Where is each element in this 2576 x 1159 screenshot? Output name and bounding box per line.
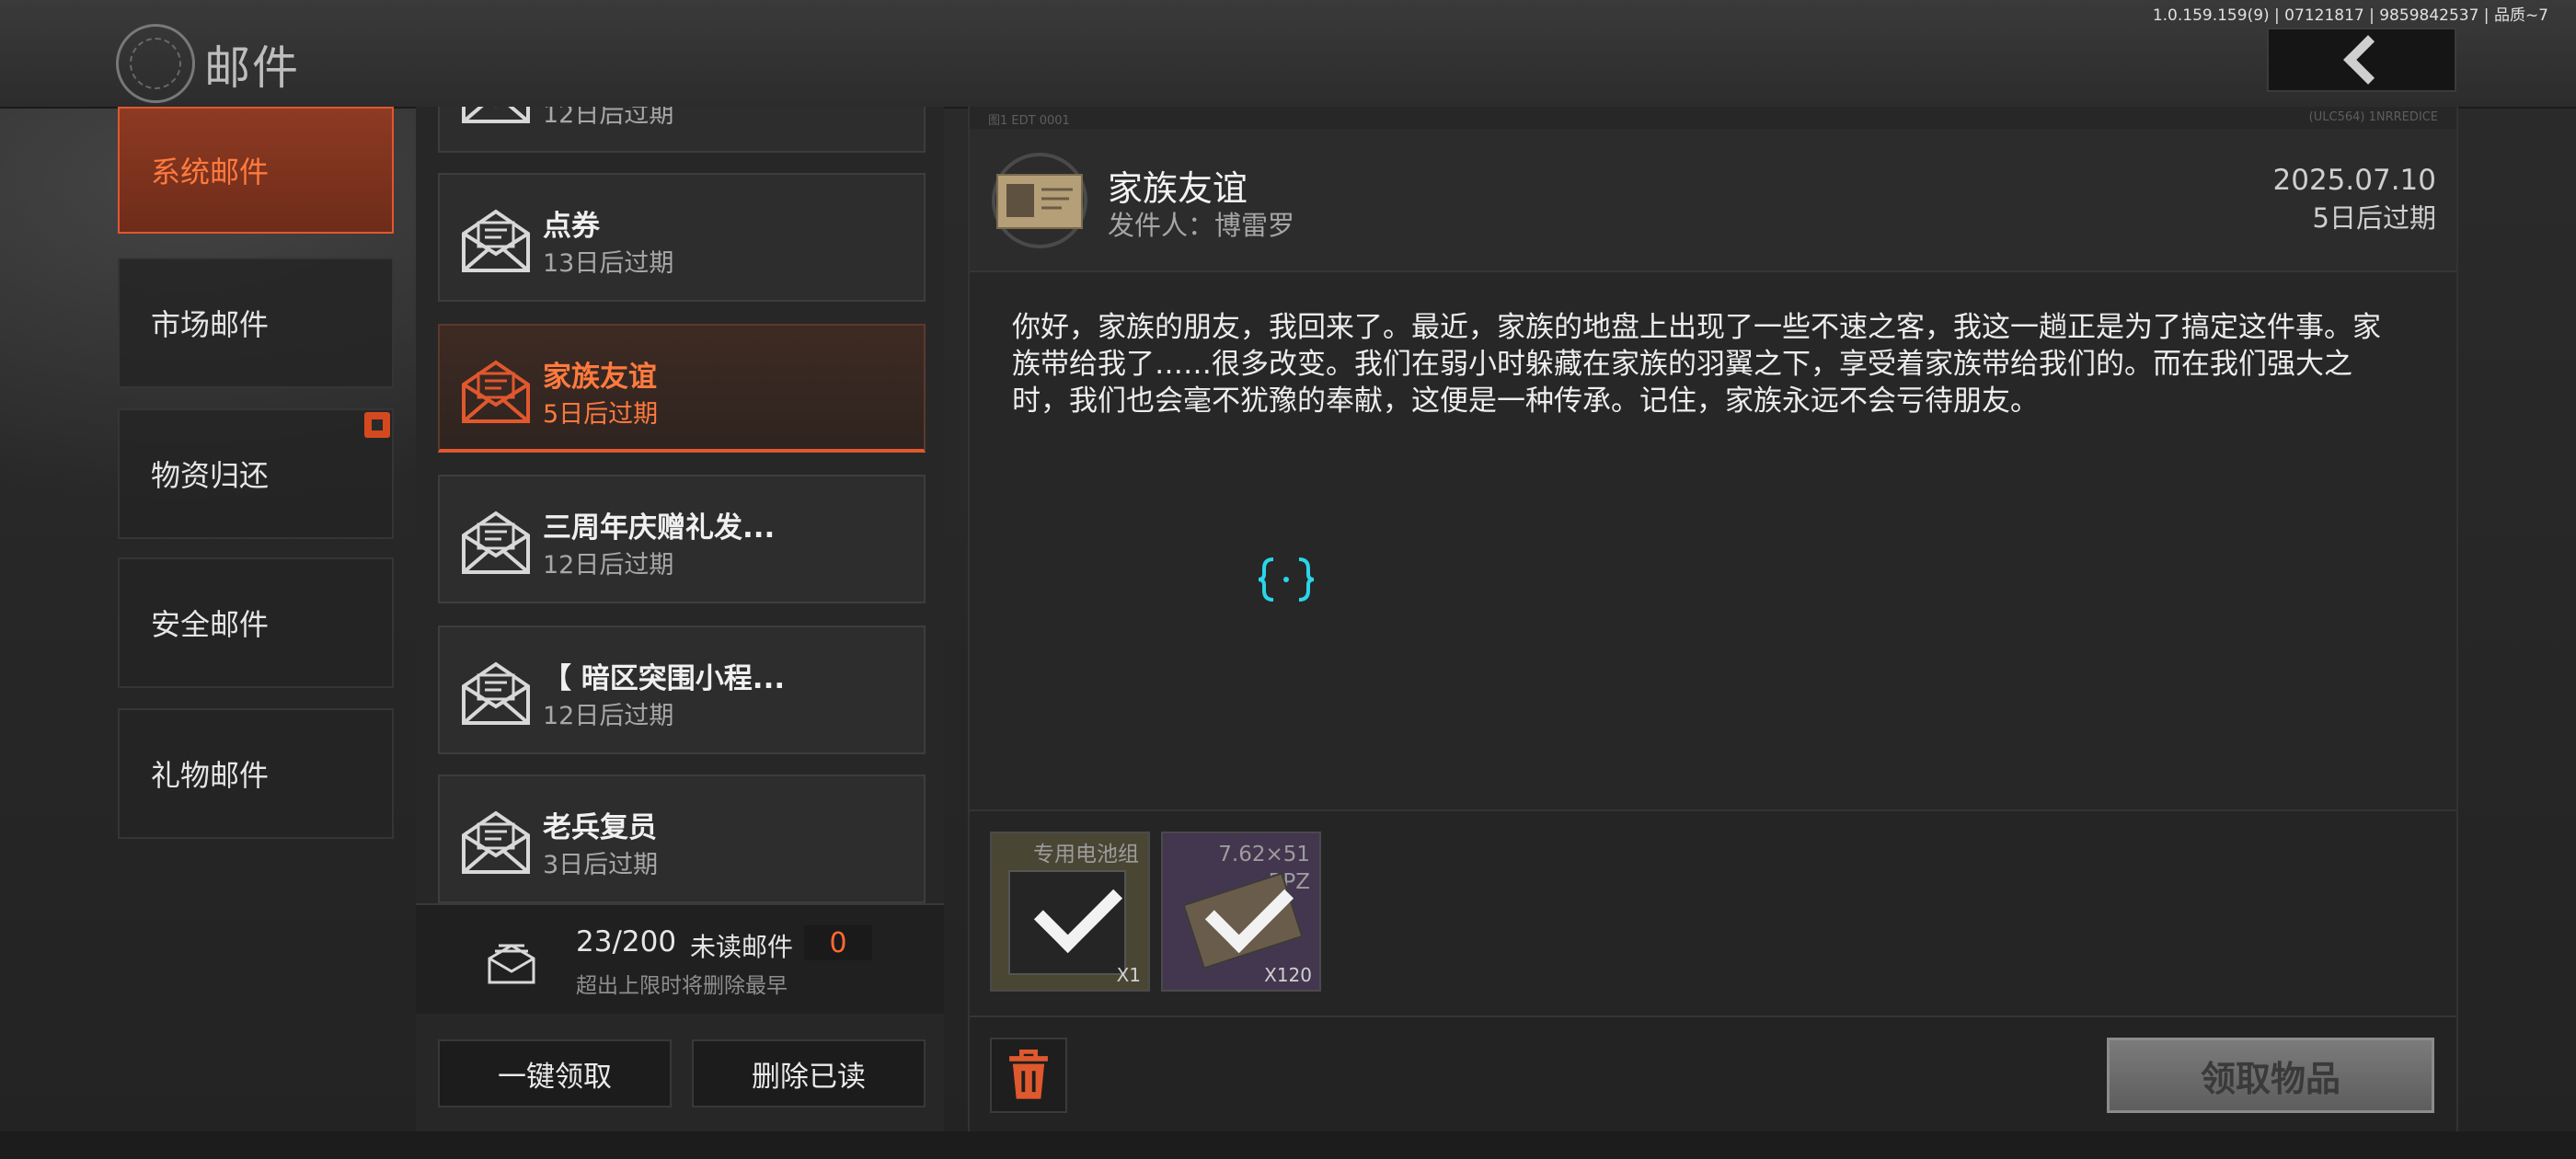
mail-list-item[interactable]: 【 暗区突围小程... 12日后过期 (438, 625, 926, 754)
chevron-left-icon (2343, 35, 2393, 85)
claim-items-button[interactable]: 领取物品 (2107, 1038, 2434, 1113)
mail-count: 23/200 (576, 925, 677, 958)
mail-list-item[interactable]: 点券 13日后过期 (438, 173, 926, 302)
envelope-icon (462, 661, 530, 725)
sender-avatar-icon (992, 153, 1087, 248)
unread-label: 未读邮件 (690, 932, 794, 962)
mail-expiry: 12日后过期 (543, 702, 674, 730)
detail-title: 家族友谊 (1108, 168, 1248, 209)
detail-strip-right: (ULC564) 1NRREDICE (2308, 110, 2438, 124)
page-title: 邮件 (204, 41, 300, 95)
mail-expiry: 5日后过期 (543, 400, 659, 429)
category-security-mail[interactable]: 安全邮件 (118, 557, 394, 688)
delete-mail-button[interactable] (990, 1038, 1067, 1113)
trash-icon (1009, 1049, 1048, 1099)
mail-stack-icon (488, 944, 535, 984)
category-supply-return[interactable]: 物资归还 (118, 408, 394, 539)
claim-all-button[interactable]: 一键领取 (438, 1039, 672, 1107)
detail-strip-left: 图1 EDT 0001 (988, 114, 1070, 128)
category-label: 安全邮件 (151, 607, 270, 642)
category-label: 礼物邮件 (151, 758, 270, 793)
delete-read-button[interactable]: 删除已读 (692, 1039, 926, 1107)
attachment-item-battery[interactable]: 专用电池组 X1 (990, 832, 1150, 992)
mail-title: 【 暗区突围小程... (543, 662, 786, 695)
mailbox-stats: 23/200 未读邮件 0 超出上限时将删除最早 (416, 903, 944, 1014)
version-info: 1.0.159.159(9) | 07121817 | 9859842537 |… (2152, 6, 2548, 25)
attachment-qty: X1 (1116, 964, 1141, 986)
mail-list-item-selected[interactable]: 家族友谊 5日后过期 (438, 324, 926, 453)
category-market-mail[interactable]: 市场邮件 (118, 258, 394, 388)
category-system-mail[interactable]: 系统邮件 (118, 107, 394, 234)
detail-date: 2025.07.10 (2272, 164, 2437, 197)
mail-list-item[interactable]: 三周年庆赠礼发... 12日后过期 (438, 475, 926, 603)
mail-title: 家族友谊 (543, 361, 657, 394)
mail-title: 老兵复员 (543, 811, 657, 844)
mail-expiry: 3日后过期 (543, 851, 659, 879)
back-button[interactable] (2267, 28, 2456, 92)
mail-expiry: 13日后过期 (543, 249, 674, 278)
mail-expiry: 12日后过期 (543, 551, 674, 580)
envelope-icon (462, 360, 530, 423)
category-label: 物资归还 (151, 458, 270, 493)
envelope-icon (462, 810, 530, 874)
unread-count: 0 (804, 925, 872, 960)
detail-sender: 发件人：博雷罗 (1108, 210, 1295, 241)
notification-badge-icon (364, 412, 390, 438)
mail-title: 三周年庆赠礼发... (543, 511, 776, 545)
envelope-icon (462, 511, 530, 574)
globe-logo-icon (116, 24, 195, 103)
envelope-icon (462, 209, 530, 272)
mail-title: 点券 (543, 210, 600, 243)
bottom-edge (0, 1131, 2576, 1159)
limit-note: 超出上限时将删除最早 (576, 974, 788, 998)
category-gift-mail[interactable]: 礼物邮件 (118, 708, 394, 839)
category-label: 系统邮件 (151, 155, 270, 189)
loading-spinner-icon (1258, 557, 1315, 602)
attachment-qty: X120 (1264, 964, 1312, 986)
category-label: 市场邮件 (151, 307, 270, 342)
detail-body: 你好，家族的朋友，我回来了。最近，家族的地盘上出现了一些不速之客，我这一趟正是为… (1012, 311, 2381, 418)
mail-list-item[interactable]: 老兵复员 3日后过期 (438, 775, 926, 903)
attachment-item-ammo[interactable]: 7.62×51 BPZ X120 (1161, 832, 1321, 992)
attachment-name: 专用电池组 (1033, 843, 1139, 866)
detail-expiry: 5日后过期 (2312, 202, 2436, 234)
